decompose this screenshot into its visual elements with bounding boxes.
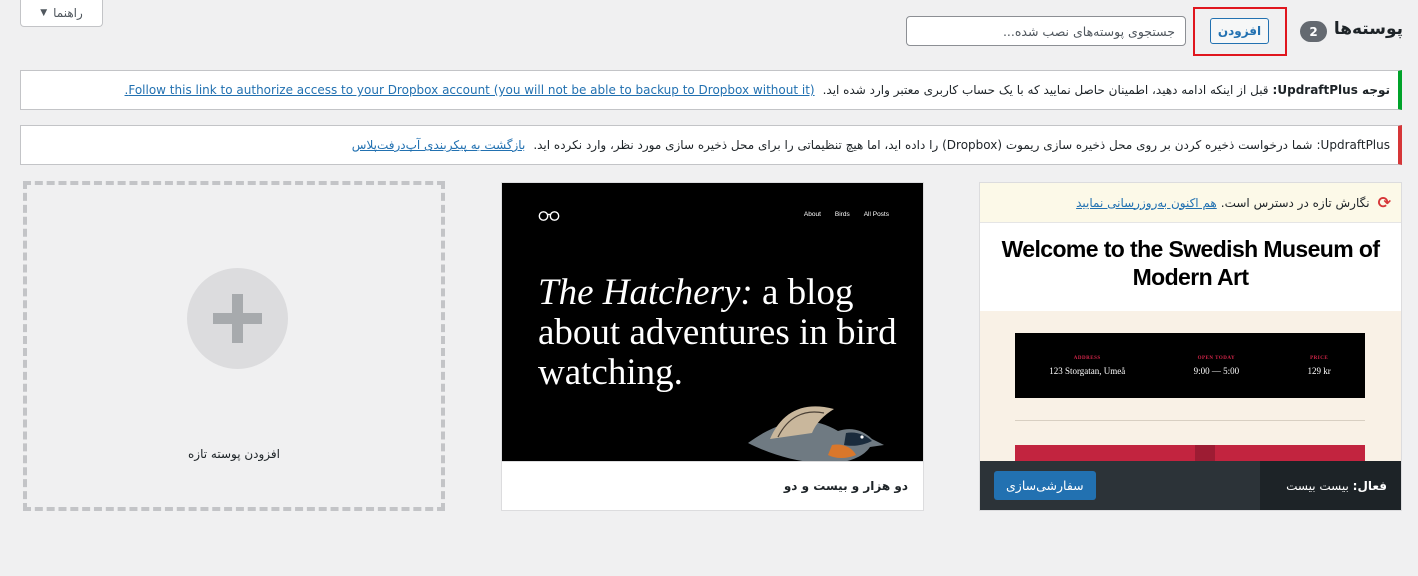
nav-item: About [803, 211, 821, 218]
nav-item: All Posts [863, 211, 889, 218]
screenshot-nav: About Birds All Posts [804, 211, 889, 218]
notice-text: قبل از اینکه ادامه دهید، اطمینان حاصل نم… [822, 83, 1269, 97]
update-text: نگارش تازه در دسترس است. [1220, 195, 1370, 210]
theme-count-badge: 2 [1300, 21, 1327, 42]
refresh-icon: ⟳ [1377, 193, 1391, 212]
info-column: ADDRESS 123 Storgatan, Umeå [1049, 356, 1125, 376]
theme-card-active[interactable]: ⟳ نگارش تازه در دسترس است. هم اکنون به‌ر… [979, 182, 1402, 511]
screenshot-divider [1015, 420, 1365, 421]
active-theme-label: فعال: بیست بیست [1286, 479, 1387, 493]
info-column: OPEN TODAY 9:00 — 5:00 [1194, 356, 1240, 376]
help-label: راهنما [53, 6, 83, 20]
screenshot-info-block: ADDRESS 123 Storgatan, Umeå OPEN TODAY 9… [1015, 333, 1365, 398]
page-title: پوسته‌ها [1333, 19, 1403, 39]
notice-label: UpdraftPlus: [1316, 138, 1391, 152]
info-column: PRICE 129 kr [1308, 356, 1331, 376]
customize-button[interactable]: سفارشی‌سازی [994, 471, 1096, 500]
info-value: 123 Storgatan, Umeå [1049, 365, 1126, 376]
notice-label: توجه UpdraftPlus: [1272, 83, 1390, 97]
dropbox-authorize-link[interactable]: Follow this link to authorize access to … [125, 83, 815, 97]
info-value: 9:00 — 5:00 [1193, 365, 1240, 376]
screenshot-headline: The Hatchery: a blog about adventures in… [538, 273, 898, 393]
updraft-settings-link[interactable]: بازگشت به پیکربندی آپ‌درفت‌پلاس [352, 138, 526, 152]
info-label: ADDRESS [1073, 355, 1101, 361]
add-new-theme-card[interactable]: افزودن پوسته تازه [23, 181, 445, 511]
add-new-theme-label: افزودن پوسته تازه [188, 447, 280, 461]
theme-actions: سفارشی‌سازی [980, 461, 1260, 510]
nav-item: Birds [834, 211, 850, 218]
plus-icon [187, 268, 288, 369]
dropbox-auth-notice: توجه UpdraftPlus: قبل از اینکه ادامه دهی… [20, 70, 1402, 110]
screenshot-heading: Welcome to the Swedish Museum of Modern … [1001, 236, 1380, 290]
info-label: OPEN TODAY [1197, 355, 1236, 361]
caret-down-icon: ▼ [40, 8, 48, 18]
active-theme-footer: فعال: بیست بیست سفارشی‌سازی [980, 461, 1401, 510]
update-notice: ⟳ نگارش تازه در دسترس است. هم اکنون به‌ر… [980, 183, 1401, 223]
bird-illustration-icon [748, 406, 884, 463]
theme-card-footer: دو هزار و بیست و دو [502, 461, 923, 510]
add-theme-button[interactable]: افزودن [1210, 18, 1269, 44]
theme-screenshot: About Birds All Posts The Hatchery: a bl… [502, 183, 923, 463]
update-now-link[interactable]: هم اکنون به‌روزرسانی نمایید [1076, 196, 1217, 210]
active-prefix: فعال: [1352, 478, 1387, 493]
binoculars-icon [538, 211, 560, 221]
notice-text: شما درخواست ذخیره کردن بر روی محل ذخیره … [533, 138, 1313, 152]
theme-search-input[interactable] [906, 16, 1186, 46]
info-label: PRICE [1310, 355, 1329, 361]
help-tab-button[interactable]: راهنما ▼ [20, 0, 103, 27]
remote-storage-notice: UpdraftPlus: شما درخواست ذخیره کردن بر ر… [20, 125, 1402, 165]
info-value: 129 kr [1307, 365, 1331, 376]
theme-card-twentytwentytwo[interactable]: About Birds All Posts The Hatchery: a bl… [501, 182, 924, 511]
theme-name: دو هزار و بیست و دو [783, 479, 908, 493]
headline-italic: The Hatchery: [538, 272, 753, 313]
active-theme-name: بیست بیست [1286, 478, 1349, 493]
